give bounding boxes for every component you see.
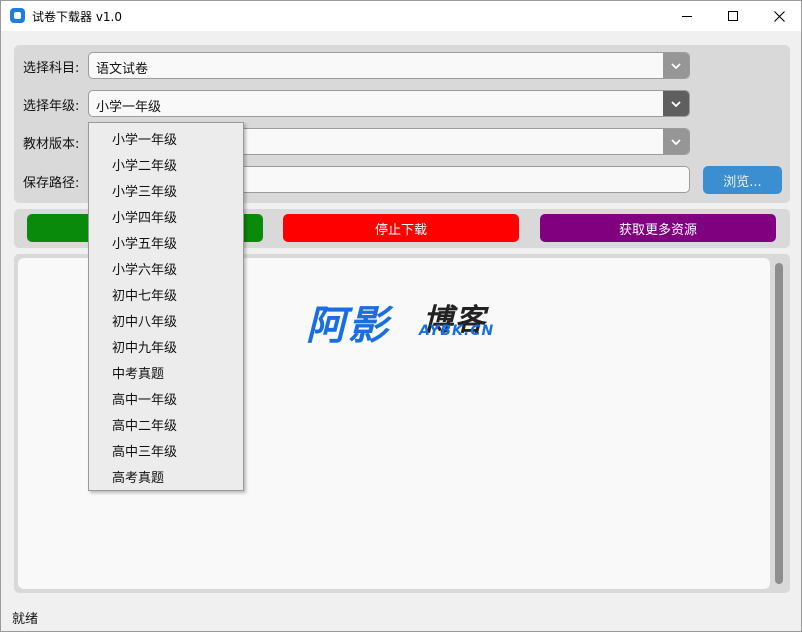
grade-option[interactable]: 高中一年级 [112,389,177,408]
path-label: 保存路径: [23,176,80,191]
log-scrollbar[interactable] [775,263,783,584]
subject-value: 语文试卷 [96,62,149,77]
grade-option[interactable]: 高考真题 [112,467,164,486]
maximize-button[interactable] [710,1,756,31]
window-title: 试卷下载器 v1.0 [32,10,123,24]
chevron-down-icon [671,100,681,107]
minimize-button[interactable] [664,1,710,31]
browse-button[interactable]: 浏览... [703,166,782,194]
status-text: 就绪 [12,612,39,627]
grade-option[interactable]: 小学二年级 [112,155,177,174]
edition-label: 教材版本: [23,137,80,152]
grade-value: 小学一年级 [96,100,162,115]
edition-dropdown-button[interactable] [663,129,689,154]
grade-label: 选择年级: [23,99,80,114]
grade-option[interactable]: 小学一年级 [112,129,177,148]
grade-option[interactable]: 初中八年级 [112,311,177,330]
grade-dropdown-button[interactable] [663,91,689,116]
grade-option[interactable]: 初中九年级 [112,337,177,356]
subject-dropdown-button[interactable] [663,53,689,78]
grade-option[interactable]: 初中七年级 [112,285,177,304]
grade-dropdown-menu: 小学一年级 小学二年级 小学三年级 小学四年级 小学五年级 小学六年级 初中七年… [88,122,244,491]
grade-option[interactable]: 小学六年级 [112,259,177,278]
subject-select[interactable]: 语文试卷 [88,52,690,79]
grade-option[interactable]: 中考真题 [112,363,164,382]
more-resources-button[interactable]: 获取更多资源 [540,214,776,242]
logo-domain-text: AYBK.CN [419,323,495,339]
minimize-icon [682,15,692,17]
stop-download-button[interactable]: 停止下载 [283,214,519,242]
watermark-logo: 阿影 博客 AYBK.CN [306,293,506,349]
grade-option[interactable]: 小学五年级 [112,233,177,252]
close-icon [773,10,785,22]
grade-option[interactable]: 高中三年级 [112,441,177,460]
grade-option[interactable]: 高中二年级 [112,415,177,434]
close-button[interactable] [756,1,802,31]
grade-select[interactable]: 小学一年级 [88,90,690,117]
maximize-icon [728,11,738,21]
logo-main-text: 阿影 [306,303,390,349]
chevron-down-icon [671,62,681,69]
app-window: 试卷下载器 v1.0 选择科目: 语文试卷 选择年级: 小学一年级 教材版本: … [0,0,802,632]
grade-option[interactable]: 小学三年级 [112,181,177,200]
grade-option[interactable]: 小学四年级 [112,207,177,226]
subject-label: 选择科目: [23,61,80,76]
title-bar: 试卷下载器 v1.0 [1,1,801,31]
chevron-down-icon [671,138,681,145]
app-icon [10,8,25,23]
